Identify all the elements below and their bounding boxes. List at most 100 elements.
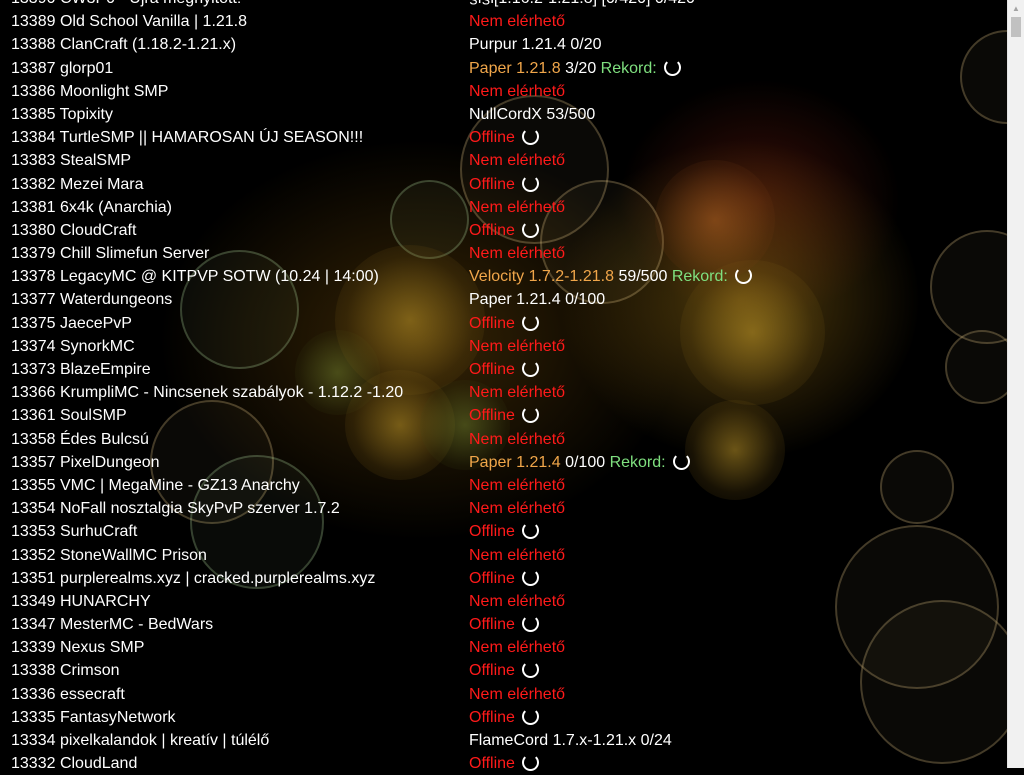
server-name-link[interactable]: 13387 glorp01 xyxy=(11,57,113,80)
server-name-link[interactable]: 13347 MesterMC - BedWars xyxy=(11,613,213,636)
status-segment: Purpur 1.21.4 0/20 xyxy=(469,36,602,54)
server-name-link[interactable]: 13373 BlazeEmpire xyxy=(11,358,151,381)
server-name-link[interactable]: 13351 purplerealms.xyz | cracked.purpler… xyxy=(11,567,375,590)
status-segment: Offline xyxy=(469,569,515,587)
server-row[interactable]: 13352 StoneWallMC Prison Nem elérhető xyxy=(0,544,1007,567)
server-name-link[interactable]: 13354 NoFall nosztalgia SkyPvP szerver 1… xyxy=(11,497,340,520)
server-row[interactable]: 13379 Chill Slimefun Server Nem elérhető xyxy=(0,242,1007,265)
server-row[interactable]: 13357 PixelDungeon Paper 1.21.4 0/100 Rek… xyxy=(0,451,1007,474)
server-name-link[interactable]: 13377 Waterdungeons xyxy=(11,288,172,311)
server-row[interactable]: 13386 Moonlight SMP Nem elérhető xyxy=(0,80,1007,103)
spinner-icon xyxy=(663,58,681,76)
server-row[interactable]: 13334 pixelkalandok | kreatív | túlélő Fl… xyxy=(0,729,1007,752)
server-status: Offline xyxy=(469,752,539,775)
server-name-link[interactable]: 13336 essecraft xyxy=(11,683,125,706)
server-row[interactable]: 13382 Mezei Mara Offline xyxy=(0,173,1007,196)
scroll-up-arrow-icon[interactable]: ▲ xyxy=(1008,0,1024,17)
server-name-link[interactable]: 13382 Mezei Mara xyxy=(11,173,144,196)
status-segment: Nem elérhető xyxy=(469,245,566,263)
server-row[interactable]: 13380 CloudCraft Offline xyxy=(0,219,1007,242)
server-name-link[interactable]: 13383 StealSMP xyxy=(11,149,131,172)
server-name-link[interactable]: 13366 KrumpliMC - Nincsenek szabályok - … xyxy=(11,381,403,404)
server-name-link[interactable]: 13349 HUNARCHY xyxy=(11,590,151,613)
server-name-link[interactable]: 13338 Crimson xyxy=(11,659,120,682)
server-row[interactable]: 13390 CW3P0 - Újra megnyitott! §l§l[1.16.… xyxy=(0,0,1007,10)
scrollbar-thumb[interactable] xyxy=(1011,17,1021,37)
server-name-link[interactable]: 13339 Nexus SMP xyxy=(11,636,144,659)
server-name-link[interactable]: 13388 ClanCraft (1.18.2-1.21.x) xyxy=(11,33,236,56)
server-name-link[interactable]: 13352 StoneWallMC Prison xyxy=(11,544,207,567)
server-row[interactable]: 13349 HUNARCHY Nem elérhető xyxy=(0,590,1007,613)
server-status: Offline xyxy=(469,567,539,590)
server-name-link[interactable]: 13390 CW3P0 - Újra megnyitott! xyxy=(11,0,241,10)
spinner-icon xyxy=(521,661,539,679)
server-name-link[interactable]: 13375 JaecePvP xyxy=(11,312,132,335)
server-row[interactable]: 13336 essecraft Nem elérhető xyxy=(0,683,1007,706)
server-name-link[interactable]: 13355 VMC | MegaMine - GZ13 Anarchy xyxy=(11,474,300,497)
server-row[interactable]: 13384 TurtleSMP || HAMAROSAN ÚJ SEASON!!… xyxy=(0,126,1007,149)
server-row[interactable]: 13353 SurhuCraft Offline xyxy=(0,520,1007,543)
server-name-link[interactable]: 13385 Topixity xyxy=(11,103,113,126)
server-name-link[interactable]: 13389 Old School Vanilla | 1.21.8 xyxy=(11,10,247,33)
server-row[interactable]: 13378 LegacyMC @ KITPVP SOTW (10.24 | 14… xyxy=(0,265,1007,288)
server-status: NullCordX 53/500 xyxy=(469,103,595,126)
server-status: Nem elérhető xyxy=(469,590,565,613)
server-row[interactable]: 13361 SoulSMP Offline xyxy=(0,404,1007,427)
server-row[interactable]: 13358 Édes Bulcsú Nem elérhető xyxy=(0,428,1007,451)
server-row[interactable]: 13385 Topixity NullCordX 53/500 xyxy=(0,103,1007,126)
status-segment: Offline xyxy=(469,662,515,680)
server-row[interactable]: 13374 SynorkMC Nem elérhető xyxy=(0,335,1007,358)
server-name-link[interactable]: 13332 CloudLand xyxy=(11,752,137,775)
server-name-link[interactable]: 13353 SurhuCraft xyxy=(11,520,137,543)
server-name-link[interactable]: 13361 SoulSMP xyxy=(11,404,127,427)
status-segment: Offline xyxy=(469,175,515,193)
server-row[interactable]: 13377 Waterdungeons Paper 1.21.4 0/100 xyxy=(0,288,1007,311)
status-segment: Rekord: xyxy=(671,268,728,286)
server-row[interactable]: 13388 ClanCraft (1.18.2-1.21.x) Purpur 1.… xyxy=(0,33,1007,56)
server-row[interactable]: 13375 JaecePvP Offline xyxy=(0,312,1007,335)
server-name-link[interactable]: 13380 CloudCraft xyxy=(11,219,136,242)
server-name-link[interactable]: 13335 FantasyNetwork xyxy=(11,706,176,729)
status-segment: Offline xyxy=(469,129,515,147)
status-segment: Offline xyxy=(469,523,515,541)
status-segment: 3/20 xyxy=(565,59,601,77)
server-name-link[interactable]: 13378 LegacyMC @ KITPVP SOTW (10.24 | 14… xyxy=(11,265,379,288)
server-row[interactable]: 13335 FantasyNetwork Offline xyxy=(0,706,1007,729)
server-name-link[interactable]: 13374 SynorkMC xyxy=(11,335,135,358)
status-segment: Nem elérhető xyxy=(469,500,566,518)
server-row[interactable]: 13347 MesterMC - BedWars Offline xyxy=(0,613,1007,636)
server-status: Offline xyxy=(469,613,539,636)
server-name-link[interactable]: 13384 TurtleSMP || HAMAROSAN ÚJ SEASON!!… xyxy=(11,126,363,149)
server-row[interactable]: 13338 Crimson Offline xyxy=(0,659,1007,682)
server-row[interactable]: 13366 KrumpliMC - Nincsenek szabályok - … xyxy=(0,381,1007,404)
spinner-icon xyxy=(521,615,539,633)
server-status: Nem elérhető xyxy=(469,196,565,219)
server-row[interactable]: 13373 BlazeEmpire Offline xyxy=(0,358,1007,381)
status-segment: §l§l[1.16.2-1.21.8] [0/420] 0/420 xyxy=(469,0,695,7)
server-row[interactable]: 13332 CloudLand Offline xyxy=(0,752,1007,775)
server-row[interactable]: 13389 Old School Vanilla | 1.21.8 Nem elé… xyxy=(0,10,1007,33)
server-status: Velocity 1.7.2-1.21.8 59/500 Rekord: xyxy=(469,265,752,288)
status-segment: Nem elérhető xyxy=(469,685,566,703)
server-status: Offline xyxy=(469,219,539,242)
server-row[interactable]: 13387 glorp01 Paper 1.21.8 3/20 Rekord: xyxy=(0,57,1007,80)
vertical-scrollbar[interactable]: ▲ xyxy=(1007,0,1024,768)
server-name-link[interactable]: 13357 PixelDungeon xyxy=(11,451,160,474)
server-row[interactable]: 13339 Nexus SMP Nem elérhető xyxy=(0,636,1007,659)
server-row[interactable]: 13351 purplerealms.xyz | cracked.purpler… xyxy=(0,567,1007,590)
status-segment: Nem elérhető xyxy=(469,152,566,170)
server-row[interactable]: 13383 StealSMP Nem elérhető xyxy=(0,149,1007,172)
server-name-link[interactable]: 13334 pixelkalandok | kreatív | túlélő xyxy=(11,729,269,752)
server-name-link[interactable]: 13358 Édes Bulcsú xyxy=(11,428,149,451)
server-row[interactable]: 13355 VMC | MegaMine - GZ13 Anarchy Nem e… xyxy=(0,474,1007,497)
server-status: Nem elérhető xyxy=(469,636,565,659)
status-segment: Offline xyxy=(469,221,515,239)
server-row[interactable]: 13354 NoFall nosztalgia SkyPvP szerver 1… xyxy=(0,497,1007,520)
server-row[interactable]: 13381 6x4k (Anarchia) Nem elérhető xyxy=(0,196,1007,219)
server-name-link[interactable]: 13379 Chill Slimefun Server xyxy=(11,242,209,265)
server-name-link[interactable]: 13386 Moonlight SMP xyxy=(11,80,168,103)
server-status: Paper 1.21.4 0/100 Rekord: xyxy=(469,451,690,474)
server-name-link[interactable]: 13381 6x4k (Anarchia) xyxy=(11,196,172,219)
server-status: Paper 1.21.4 0/100 xyxy=(469,288,605,311)
server-status: Purpur 1.21.4 0/20 xyxy=(469,33,602,56)
